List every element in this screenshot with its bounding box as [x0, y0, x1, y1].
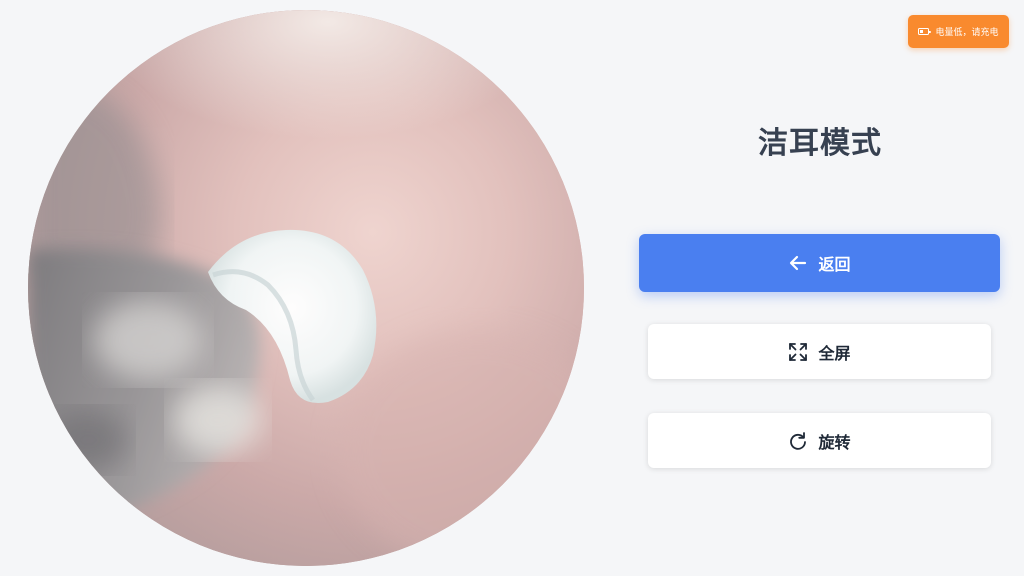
battery-warning-text: 电量低，请充电: [935, 28, 999, 38]
expand-icon: [789, 342, 808, 361]
ear-camera-image: [28, 10, 584, 566]
fullscreen-button[interactable]: 全屏: [648, 324, 991, 379]
mode-title: 洁耳模式: [758, 126, 882, 161]
rotate-icon: [790, 431, 807, 450]
arrow-left-icon: [790, 255, 807, 271]
back-button[interactable]: 返回: [639, 234, 1000, 292]
battery-low-icon: [918, 28, 932, 35]
camera-view[interactable]: [28, 10, 584, 566]
rotate-button-label: 旋转: [818, 432, 851, 452]
rotate-button[interactable]: 旋转: [648, 413, 991, 468]
fullscreen-button-label: 全屏: [818, 343, 851, 363]
app-window: 电量低，请充电 洁耳模式 返回 全屏 旋转: [0, 0, 1024, 576]
low-battery-badge: 电量低，请充电: [908, 15, 1009, 48]
back-button-label: 返回: [818, 255, 851, 274]
